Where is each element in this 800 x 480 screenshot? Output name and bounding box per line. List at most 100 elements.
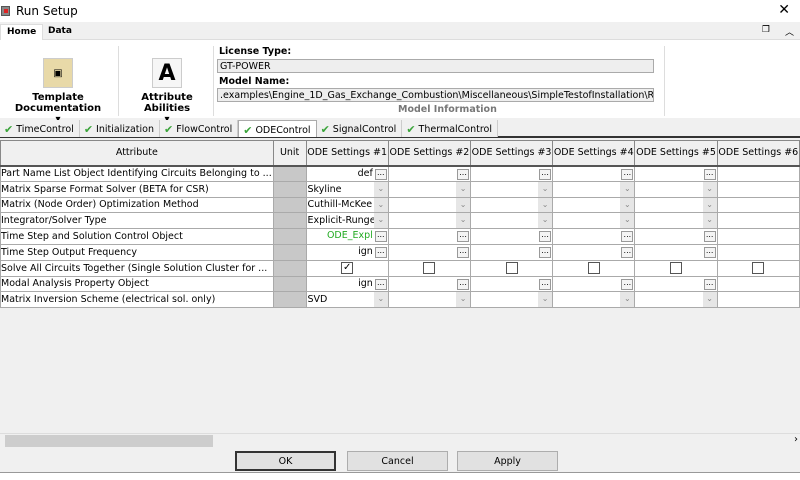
value-cell[interactable]: ... [470, 228, 554, 245]
chevron-down-icon[interactable]: ⌄ [702, 182, 717, 197]
ellipsis-button[interactable]: ... [374, 168, 387, 180]
value-cell[interactable]: ... [634, 275, 718, 293]
apply-button[interactable]: Apply [457, 451, 558, 471]
value-cell[interactable]: ⌄ [470, 180, 554, 198]
value-cell[interactable]: ... [470, 275, 554, 293]
ellipsis-button[interactable]: ... [703, 246, 716, 258]
ellipsis-button[interactable]: ... [621, 246, 634, 258]
value-cell[interactable] [716, 259, 800, 277]
value-cell[interactable]: ... [552, 243, 636, 261]
horizontal-scrollbar[interactable]: › [0, 433, 800, 447]
value-cell[interactable]: ⌄ [387, 180, 472, 198]
chevron-down-icon[interactable]: ⌄ [538, 292, 552, 307]
chevron-down-icon[interactable]: ⌄ [456, 292, 470, 307]
chevron-down-icon[interactable]: ⌄ [456, 198, 470, 212]
checkbox[interactable] [423, 262, 436, 275]
value-cell[interactable]: ... [552, 165, 636, 182]
value-cell[interactable]: ⌄ [552, 196, 636, 214]
ellipsis-button[interactable]: ... [374, 231, 387, 243]
value-cell[interactable] [716, 165, 800, 182]
chevron-down-icon[interactable]: ⌄ [538, 182, 552, 197]
ellipsis-button[interactable]: ... [457, 278, 470, 290]
value-cell[interactable] [716, 228, 800, 245]
chevron-down-icon[interactable]: ⌄ [620, 198, 634, 212]
value-cell[interactable] [387, 259, 472, 277]
chevron-down-icon[interactable]: ⌄ [620, 213, 634, 228]
tab-thermalcontrol[interactable]: ✔ ThermalControl [402, 120, 499, 137]
ellipsis-button[interactable]: ... [621, 168, 634, 180]
value-cell[interactable]: ... [634, 228, 718, 245]
ribbon-tab-data[interactable]: Data [42, 24, 78, 40]
value-cell[interactable]: ... [634, 243, 718, 261]
ellipsis-button[interactable]: ... [703, 168, 716, 180]
chevron-down-icon[interactable]: ⌄ [373, 182, 388, 197]
value-cell[interactable]: ... [387, 165, 472, 182]
ellipsis-button[interactable]: ... [621, 231, 634, 243]
tab-signalcontrol[interactable]: ✔ SignalControl [316, 120, 403, 137]
value-cell[interactable] [470, 259, 554, 277]
attribute-abilities-button[interactable]: A Attribute Abilities ▾ [124, 42, 210, 125]
ellipsis-button[interactable]: ... [621, 278, 634, 290]
value-cell[interactable]: ⌄ [470, 212, 554, 230]
ellipsis-button[interactable]: ... [539, 168, 552, 180]
checkbox[interactable]: ✓ [341, 262, 354, 275]
ellipsis-button[interactable]: ... [703, 231, 716, 243]
value-cell[interactable]: ... [387, 228, 472, 245]
value-cell[interactable]: ⌄ [470, 196, 554, 214]
ellipsis-button[interactable]: ... [457, 168, 470, 180]
ok-button[interactable]: OK [235, 451, 336, 471]
value-cell[interactable]: ... [470, 243, 554, 261]
scrollbar-thumb[interactable] [5, 435, 213, 447]
chevron-down-icon[interactable]: ⌄ [538, 213, 552, 228]
scroll-right-icon[interactable]: › [794, 434, 798, 445]
chevron-down-icon[interactable]: ⌄ [373, 198, 388, 212]
value-cell[interactable]: ODE_Expl... [305, 228, 389, 245]
chevron-down-icon[interactable]: ⌄ [456, 182, 470, 197]
chevron-down-icon[interactable]: ⌄ [456, 213, 470, 228]
value-cell[interactable]: ... [470, 165, 554, 182]
chevron-down-icon[interactable]: ⌄ [702, 198, 717, 212]
ellipsis-button[interactable]: ... [457, 246, 470, 258]
tab-timecontrol[interactable]: ✔ TimeControl [0, 120, 80, 137]
chevron-down-icon[interactable]: ⌄ [620, 182, 634, 197]
tab-flowcontrol[interactable]: ✔ FlowControl [159, 120, 239, 137]
checkbox[interactable] [670, 262, 682, 275]
checkbox[interactable] [752, 262, 765, 275]
value-cell[interactable] [716, 212, 800, 230]
value-cell[interactable]: ⌄ [387, 196, 472, 214]
value-cell[interactable]: ign... [305, 275, 389, 293]
value-cell[interactable] [716, 275, 800, 293]
cancel-button[interactable]: Cancel [347, 451, 448, 471]
value-cell[interactable]: Cuthill-McKee ⌄ [305, 196, 389, 214]
collapse-ribbon-icon[interactable]: ︿ [785, 25, 794, 38]
restore-icon[interactable]: ❐ [762, 25, 770, 35]
checkbox[interactable] [505, 262, 518, 275]
value-cell[interactable]: SVD ⌄ [305, 291, 389, 309]
ellipsis-button[interactable]: ... [374, 278, 387, 290]
value-cell[interactable]: ... [387, 243, 472, 261]
value-cell[interactable]: ⌄ [470, 291, 554, 309]
chevron-down-icon[interactable]: ⌄ [538, 198, 552, 212]
value-cell[interactable]: Explicit-Runge... ⌄ [305, 212, 389, 230]
ribbon-tab-home[interactable]: Home [0, 24, 44, 40]
value-cell[interactable]: ... [552, 228, 636, 245]
ellipsis-button[interactable]: ... [374, 246, 387, 258]
chevron-down-icon[interactable]: ⌄ [373, 292, 388, 307]
ellipsis-button[interactable]: ... [539, 231, 552, 243]
ellipsis-button[interactable]: ... [539, 246, 552, 258]
value-cell[interactable]: ⌄ [387, 291, 472, 309]
value-cell[interactable] [716, 196, 800, 214]
tab-initialization[interactable]: ✔ Initialization [79, 120, 160, 137]
ellipsis-button[interactable]: ... [539, 278, 552, 290]
chevron-down-icon[interactable]: ⌄ [702, 213, 717, 228]
template-documentation-button[interactable]: ▣ Template Documentation ▾ [0, 42, 116, 125]
value-cell[interactable]: ... [552, 275, 636, 293]
chevron-down-icon[interactable]: ⌄ [373, 213, 388, 228]
chevron-down-icon[interactable]: ⌄ [620, 292, 634, 307]
value-cell[interactable]: ⌄ [634, 196, 718, 214]
tab-odecontrol[interactable]: ✔ ODEControl [238, 120, 317, 137]
value-cell[interactable]: ... [387, 275, 472, 293]
chevron-down-icon[interactable]: ⌄ [702, 292, 717, 307]
value-cell[interactable]: ⌄ [552, 180, 636, 198]
value-cell[interactable] [634, 259, 718, 277]
